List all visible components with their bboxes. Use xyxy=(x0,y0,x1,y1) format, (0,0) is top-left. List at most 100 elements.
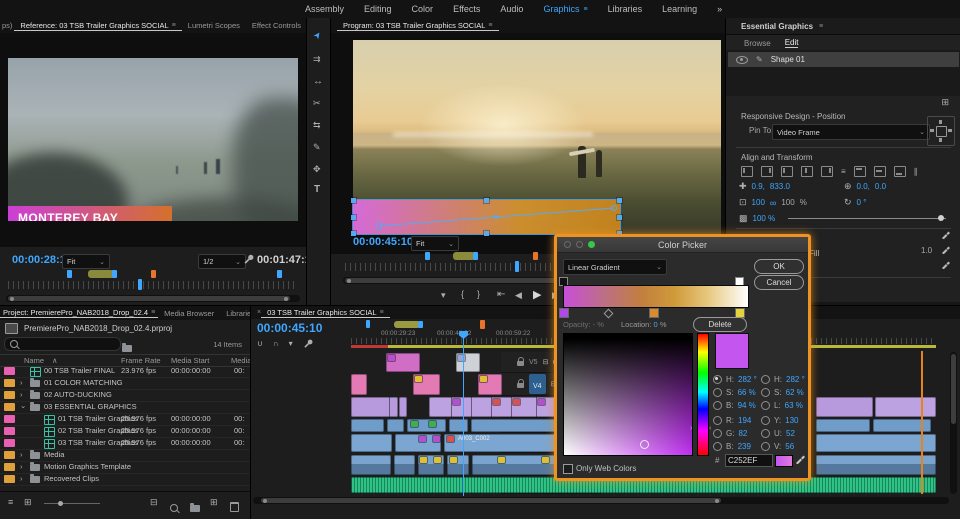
clip-v3[interactable] xyxy=(816,397,873,417)
ripple-edit-tool-icon[interactable]: ↔ xyxy=(313,76,323,87)
panel-menu-icon[interactable]: ≡ xyxy=(151,309,155,316)
step-back-icon[interactable]: ◀ xyxy=(515,290,522,301)
source-resolution-select[interactable]: 1/2⌄ xyxy=(198,254,246,269)
program-fit-select[interactable]: Fit⌄ xyxy=(411,236,459,251)
clip-v1[interactable] xyxy=(351,434,392,452)
clip-v1[interactable] xyxy=(816,434,936,452)
mark-in-icon[interactable]: { xyxy=(461,289,464,299)
clip-v4[interactable] xyxy=(478,374,502,395)
clip-v4[interactable] xyxy=(413,374,440,395)
settings-wrench-icon[interactable] xyxy=(243,253,254,264)
snap-icon[interactable]: ∪ xyxy=(257,339,263,348)
align-center-h-icon[interactable] xyxy=(801,166,813,177)
column-frame-rate[interactable]: Frame Rate xyxy=(121,356,161,365)
position-x-value[interactable]: 0.9, xyxy=(752,182,765,191)
search-box[interactable] xyxy=(4,337,121,351)
distribute-v-icon[interactable]: ∥ xyxy=(914,167,918,176)
shape-handle[interactable] xyxy=(484,198,489,203)
clip-a1[interactable] xyxy=(351,455,391,475)
gradient-type-select[interactable]: Linear Gradient⌄ xyxy=(563,259,667,275)
hex-input[interactable] xyxy=(725,454,773,467)
slip-tool-icon[interactable]: ⇆ xyxy=(313,120,321,131)
tab-browse[interactable]: Browse xyxy=(744,39,771,48)
yuv-u-radio[interactable] xyxy=(761,429,770,438)
edit-pen-icon[interactable]: ✎ xyxy=(756,55,763,64)
hsl-h-radio[interactable] xyxy=(761,375,770,384)
shape-handle[interactable] xyxy=(617,215,622,220)
hsl-s-value[interactable]: 62 % xyxy=(786,388,804,397)
hsl-l-value[interactable]: 63 % xyxy=(785,401,803,410)
position-y-value[interactable]: 833.0 xyxy=(770,182,790,191)
workspace-effects[interactable]: Effects xyxy=(453,4,480,14)
play-button-icon[interactable]: ▶ xyxy=(533,288,541,301)
sync-lock-icon[interactable]: ⊟ xyxy=(543,358,549,366)
source-ruler[interactable] xyxy=(8,281,298,289)
hsb-s-value[interactable]: 66 % xyxy=(738,388,756,397)
sequence-marker-orange[interactable] xyxy=(480,320,485,329)
clip-v1[interactable]: A003_C002 xyxy=(444,434,558,452)
work-area-end[interactable] xyxy=(473,252,478,260)
shadow-eyedropper-icon[interactable] xyxy=(941,259,951,269)
clip-v4[interactable] xyxy=(351,374,367,395)
program-timecode[interactable]: 00:00:45:10 xyxy=(353,236,413,248)
picker-eyedropper-icon[interactable] xyxy=(795,453,806,464)
rgb-b-radio[interactable] xyxy=(713,442,722,451)
gradient-shape-overlay[interactable] xyxy=(353,200,620,234)
shape-handle[interactable] xyxy=(351,198,356,203)
tab-edit[interactable]: Edit xyxy=(785,38,799,48)
minimize-traffic-light[interactable] xyxy=(576,241,583,248)
create-mask-icon[interactable] xyxy=(761,166,773,177)
tab-lumetri-scopes[interactable]: Lumetri Scopes xyxy=(182,21,246,30)
hsb-b-radio[interactable] xyxy=(713,401,722,410)
mini-gradient-swatch[interactable] xyxy=(775,455,793,467)
find-icon[interactable] xyxy=(170,499,178,517)
project-file-name[interactable]: PremierePro_NAB2018_Drop_02.4.prproj xyxy=(24,324,172,333)
tab-libraries[interactable]: Libraries xyxy=(220,309,250,318)
clip-v3[interactable] xyxy=(399,397,407,417)
work-area-bar[interactable] xyxy=(394,321,420,328)
hsl-s-radio[interactable] xyxy=(761,388,770,397)
fill-eyedropper-icon[interactable] xyxy=(941,229,951,239)
color-stop-orange[interactable] xyxy=(649,308,659,318)
shape-handle[interactable] xyxy=(617,198,622,203)
sequence-marker-orange[interactable] xyxy=(533,252,538,260)
clip-v2[interactable] xyxy=(387,419,404,432)
icon-view-icon[interactable]: ⊞ xyxy=(24,497,32,508)
visibility-eye-icon[interactable] xyxy=(736,56,748,64)
clip-v2[interactable] xyxy=(351,419,384,432)
cancel-button[interactable]: Cancel xyxy=(754,275,804,290)
stop-midpoint-icon[interactable] xyxy=(604,309,614,319)
in-marker[interactable] xyxy=(67,270,72,278)
program-playhead[interactable] xyxy=(515,261,519,272)
workspace-editing[interactable]: Editing xyxy=(364,4,392,14)
rgb-r-value[interactable]: 194 xyxy=(738,416,751,425)
gradient-strip[interactable] xyxy=(563,285,749,308)
yuv-y-radio[interactable] xyxy=(761,416,770,425)
timeline-settings-wrench-icon[interactable] xyxy=(303,338,313,348)
source-playhead[interactable] xyxy=(138,279,142,290)
pin-widget[interactable] xyxy=(927,116,955,146)
go-to-in-icon[interactable]: ⇤ xyxy=(497,289,505,300)
panel-menu-icon[interactable]: ≡ xyxy=(819,23,823,30)
pin-to-select[interactable]: Video Frame⌄ xyxy=(772,124,930,140)
link-scale-icon[interactable]: ∞ xyxy=(770,198,776,208)
hsl-l-radio[interactable] xyxy=(761,401,770,410)
tab-timeline-sequence[interactable]: 03 TSB Trailer Graphics SOCIAL ≡ xyxy=(261,308,390,318)
track-label[interactable]: V5 xyxy=(529,359,538,366)
clip-v3[interactable] xyxy=(429,397,558,417)
workspace-libraries[interactable]: Libraries xyxy=(608,4,643,14)
color-stop-purple[interactable] xyxy=(559,308,569,318)
shape-handle[interactable] xyxy=(351,215,356,220)
work-area-marker-blue[interactable] xyxy=(366,320,370,328)
timeline-timecode[interactable]: 00:00:45:10 xyxy=(257,321,322,335)
align-middle-icon[interactable] xyxy=(874,166,886,177)
clip-v3[interactable] xyxy=(351,397,398,417)
add-marker-icon[interactable]: ▾ xyxy=(289,339,293,348)
opacity-slider[interactable] xyxy=(788,218,946,219)
hsb-h-radio[interactable] xyxy=(713,375,722,384)
work-area-bar[interactable] xyxy=(453,252,475,260)
clip-v2[interactable] xyxy=(407,419,446,432)
workspace-overflow-icon[interactable]: » xyxy=(717,4,722,14)
clip-v3[interactable] xyxy=(875,397,936,417)
source-video-frame[interactable]: MONTEREY BAY xyxy=(8,58,298,221)
